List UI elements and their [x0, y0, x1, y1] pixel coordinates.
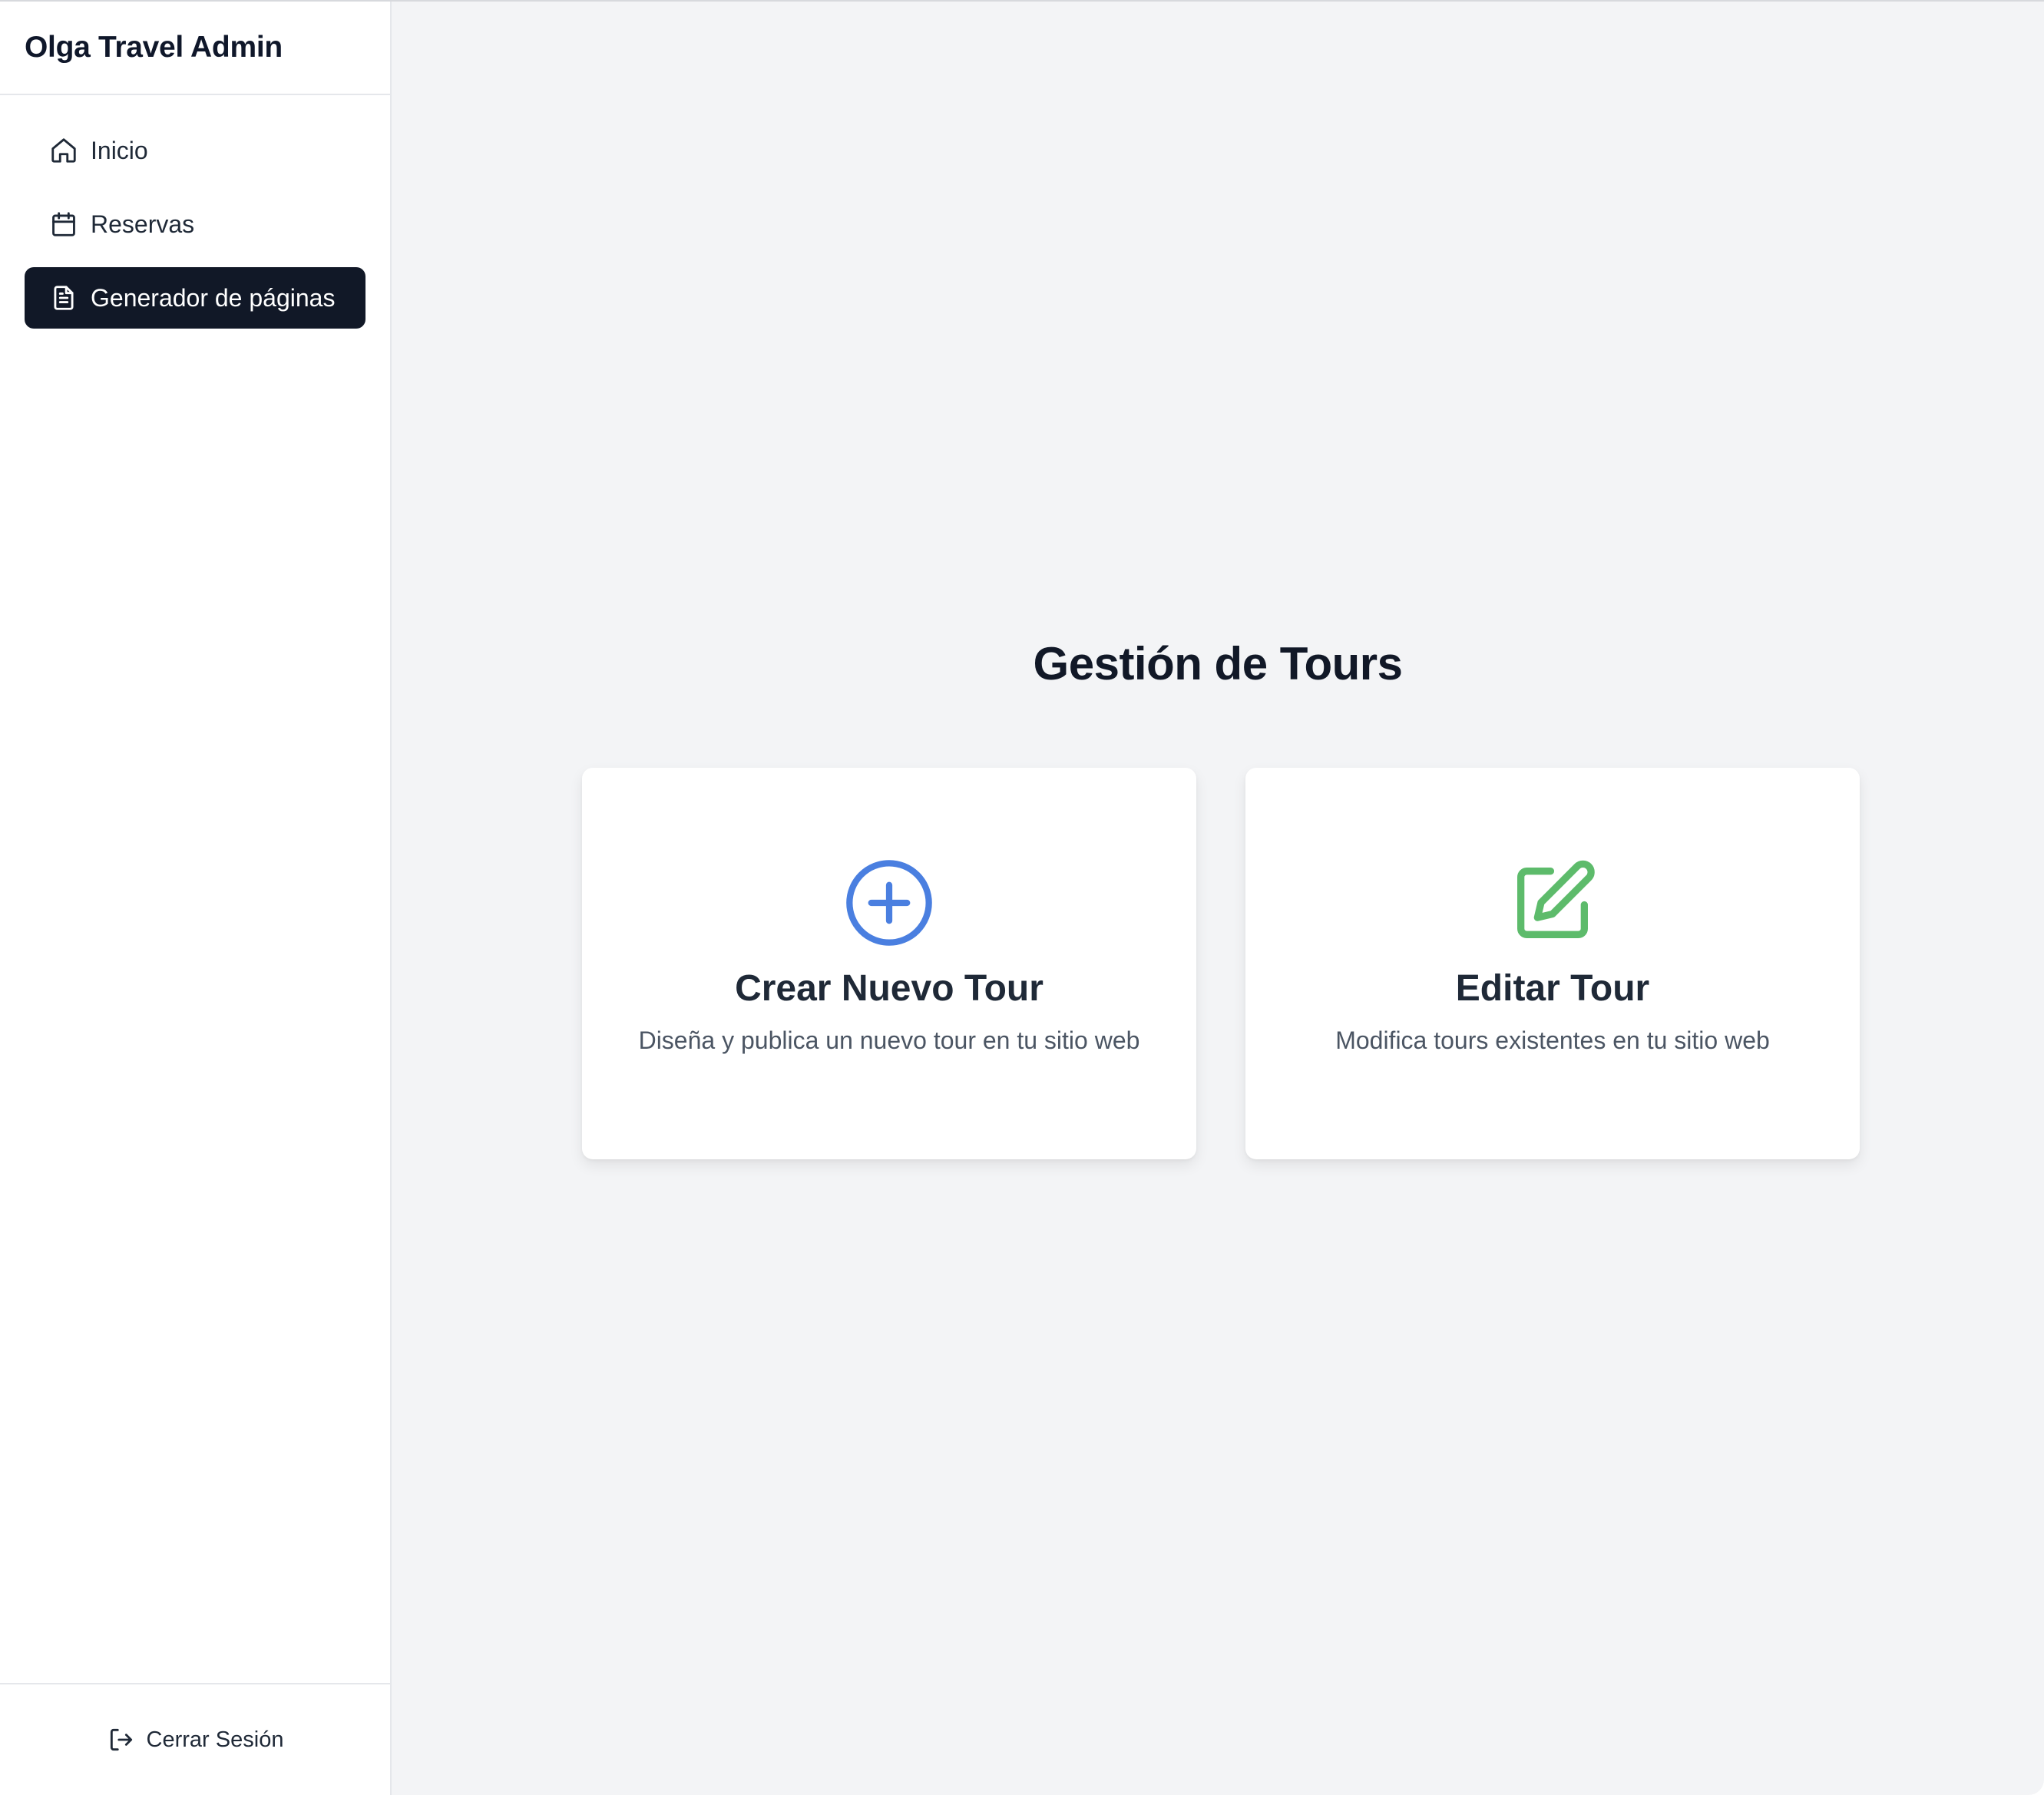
sidebar-item-label: Inicio: [91, 136, 148, 164]
sidebar-item-inicio[interactable]: Inicio: [25, 120, 365, 181]
sidebar-footer: Cerrar Sesión: [0, 1683, 390, 1795]
document-icon: [49, 283, 78, 312]
calendar-icon: [49, 210, 78, 239]
sidebar-item-label: Generador de páginas: [91, 283, 336, 312]
sidebar-item-generador[interactable]: Generador de páginas: [25, 267, 365, 329]
card-title: Crear Nuevo Tour: [735, 968, 1043, 1009]
action-cards: Crear Nuevo Tour Diseña y publica un nue…: [582, 768, 1860, 1159]
edit-tour-card[interactable]: Editar Tour Modifica tours existentes en…: [1245, 768, 1860, 1159]
sidebar-item-reservas[interactable]: Reservas: [25, 193, 365, 255]
home-icon: [49, 136, 78, 165]
card-description: Modifica tours existentes en tu sitio we…: [1335, 1026, 1770, 1054]
sidebar-nav: Inicio Reservas Generador de páginas: [0, 95, 390, 1683]
logout-button[interactable]: Cerrar Sesión: [107, 1725, 284, 1754]
page-title: Gestión de Tours: [1033, 638, 1403, 689]
card-description: Diseña y publica un nuevo tour en tu sit…: [638, 1026, 1140, 1054]
app-window: Olga Travel Admin Inicio Reservas Genera…: [0, 0, 2044, 1795]
sidebar: Olga Travel Admin Inicio Reservas Genera…: [0, 2, 392, 1795]
edit-icon: [1505, 855, 1600, 950]
logout-icon: [110, 1728, 132, 1751]
sidebar-item-label: Reservas: [91, 210, 195, 238]
brand-title: Olga Travel Admin: [25, 31, 283, 64]
main-content: Gestión de Tours Crear Nuevo Tour Diseña…: [392, 2, 2044, 1795]
create-tour-card[interactable]: Crear Nuevo Tour Diseña y publica un nue…: [582, 768, 1196, 1159]
plus-circle-icon: [842, 855, 937, 950]
logout-label: Cerrar Sesión: [146, 1727, 284, 1752]
card-title: Editar Tour: [1455, 968, 1650, 1009]
brand-header: Olga Travel Admin: [0, 2, 390, 95]
